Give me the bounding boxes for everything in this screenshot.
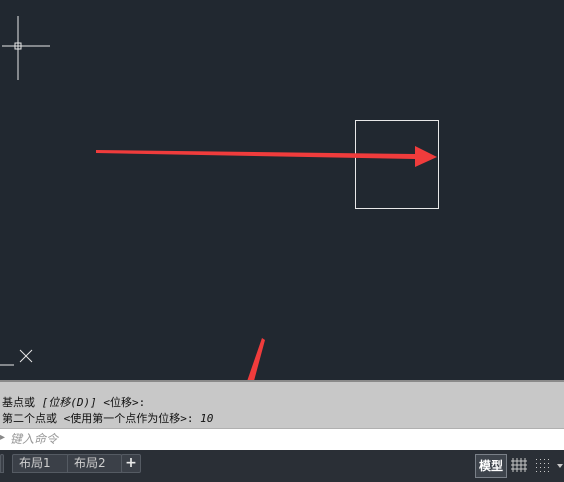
- command-history-line-2: 第二个点或 <使用第一个点作为位移>: 10: [2, 412, 213, 426]
- tab-layout2[interactable]: 布局2: [67, 454, 122, 473]
- status-bar: 布局1 布局2 + 模型: [0, 450, 564, 482]
- snap-icon[interactable]: [534, 456, 552, 474]
- add-layout-button[interactable]: +: [121, 454, 141, 473]
- command-history-line-1: 基点或 [位移(D)] <位移>:: [2, 396, 145, 410]
- history-text: <位移>:: [96, 396, 146, 409]
- command-prompt-icon: ▸: [0, 432, 6, 443]
- model-space-button[interactable]: 模型: [475, 454, 507, 478]
- history-value: 10: [193, 412, 214, 425]
- history-option-displacement[interactable]: [位移(D)]: [42, 396, 97, 409]
- command-input[interactable]: [10, 430, 550, 448]
- history-text: 基点或: [2, 396, 42, 409]
- command-line: ▸: [0, 428, 564, 450]
- tab-layout1[interactable]: 布局1: [12, 454, 69, 473]
- history-text: 第二个点或 <使用第一个点作为位移>:: [2, 412, 194, 425]
- tab-model-stub[interactable]: [0, 454, 4, 473]
- drawing-canvas[interactable]: [0, 0, 564, 408]
- grid-icon[interactable]: [510, 456, 528, 474]
- dropdown-icon[interactable]: [556, 462, 564, 470]
- command-history-panel: 基点或 [位移(D)] <位移>: 第二个点或 <使用第一个点作为位移>: 10: [0, 380, 564, 428]
